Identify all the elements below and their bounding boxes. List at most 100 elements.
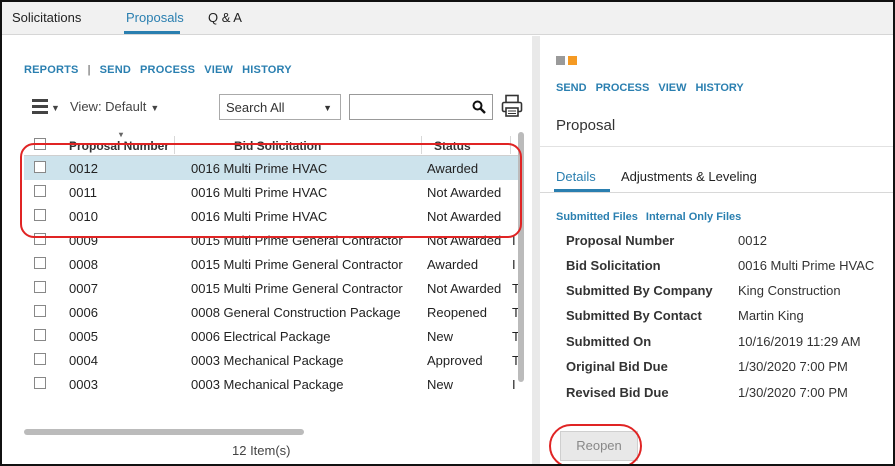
status-cell: Not Awarded — [427, 209, 502, 224]
detail-value: King Construction — [738, 283, 841, 298]
detail-label: Bid Solicitation — [566, 258, 661, 273]
row-checkbox[interactable] — [34, 257, 46, 269]
search-scope-label: Search All — [226, 100, 285, 115]
proposal-number-cell: 0003 — [69, 377, 98, 392]
table-row[interactable]: 0010 0016 Multi Prime HVAC Not Awarded — [24, 204, 518, 228]
row-checkbox[interactable] — [34, 353, 46, 365]
view-action[interactable]: VIEW — [658, 82, 686, 94]
header-bid-solicitation[interactable]: Bid Solicitation — [234, 139, 321, 153]
search-scope-select[interactable]: Search All ▼ — [219, 94, 341, 120]
detail-row: Proposal Number 0012 — [556, 233, 886, 253]
row-checkbox[interactable] — [34, 305, 46, 317]
tab-details[interactable]: Details — [556, 169, 596, 184]
pane-divider[interactable] — [532, 36, 540, 464]
select-all-checkbox[interactable] — [34, 138, 46, 150]
tab-solicitations[interactable]: Solicitations — [12, 10, 81, 25]
view-selector[interactable]: View: Default ▼ — [70, 99, 159, 114]
table-row[interactable]: 0005 0006 Electrical Package New T — [24, 324, 520, 348]
process-action[interactable]: PROCESS — [140, 64, 195, 76]
detail-row: Submitted On 10/16/2019 11:29 AM — [556, 334, 886, 354]
bid-solicitation-cell: 0003 Mechanical Package — [191, 377, 344, 392]
detail-value: 1/30/2020 7:00 PM — [738, 385, 848, 400]
status-cell: Not Awarded — [427, 281, 502, 296]
row-checkbox[interactable] — [34, 209, 46, 221]
detail-value: 0016 Multi Prime HVAC — [738, 258, 875, 273]
table-row[interactable]: 0012 0016 Multi Prime HVAC Awarded — [24, 156, 518, 180]
detail-row: Submitted By Company King Construction — [556, 283, 886, 303]
detail-value: 0012 — [738, 233, 767, 248]
proposal-list-pane: REPORTS | SEND PROCESS VIEW HISTORY ▼ View: D… — [2, 36, 526, 464]
process-action[interactable]: PROCESS — [596, 82, 650, 94]
header-proposal-number[interactable]: Proposal Number — [69, 139, 169, 153]
table-row[interactable]: 0008 0015 Multi Prime General Contractor A… — [24, 252, 518, 276]
detail-label: Original Bid Due — [566, 359, 668, 374]
view-action[interactable]: VIEW — [204, 64, 233, 76]
divider — [540, 192, 893, 193]
row-checkbox[interactable] — [34, 161, 46, 173]
submitted-files-link[interactable]: Submitted Files — [556, 211, 638, 223]
table-row[interactable]: 0006 0008 General Construction Package Reo… — [24, 300, 520, 324]
bid-solicitation-cell: 0016 Multi Prime HVAC — [191, 161, 328, 176]
column-divider[interactable] — [510, 136, 511, 154]
status-cell: Not Awarded — [427, 233, 502, 248]
history-action[interactable]: HISTORY — [242, 64, 292, 76]
horizontal-scrollbar[interactable] — [24, 429, 518, 435]
app-window: Solicitations Proposals Q & A REPORTS | SE… — [0, 0, 895, 466]
table-row[interactable]: 0007 0015 Multi Prime General Contractor N… — [24, 276, 520, 300]
search-icon[interactable] — [472, 100, 486, 114]
column-divider[interactable] — [174, 136, 175, 154]
table-row[interactable]: 0004 0003 Mechanical Package Approved T — [24, 348, 520, 372]
print-icon[interactable] — [501, 94, 523, 118]
orange-square-icon — [568, 56, 577, 65]
row-checkbox[interactable] — [34, 185, 46, 197]
table-row[interactable]: 0011 0016 Multi Prime HVAC Not Awarded — [24, 180, 518, 204]
row-checkbox[interactable] — [34, 329, 46, 341]
proposal-detail-pane: SEND PROCESS VIEW HISTORY Proposal Details … — [540, 36, 893, 464]
send-action[interactable]: SEND — [556, 82, 587, 94]
detail-label: Submitted By Company — [566, 283, 713, 298]
row-checkbox[interactable] — [34, 377, 46, 389]
proposal-number-cell: 0012 — [69, 161, 98, 176]
status-cell: Awarded — [427, 257, 479, 272]
search-input[interactable] — [349, 94, 493, 120]
bid-solicitation-cell: 0015 Multi Prime General Contractor — [191, 233, 403, 248]
row-checkbox[interactable] — [34, 281, 46, 293]
bid-solicitation-cell: 0006 Electrical Package — [191, 329, 331, 344]
gray-square-icon — [556, 56, 565, 65]
internal-files-link[interactable]: Internal Only Files — [646, 211, 741, 223]
detail-value: 1/30/2020 7:00 PM — [738, 359, 848, 374]
status-cell: New — [427, 329, 454, 344]
detail-value: Martin King — [738, 308, 804, 323]
history-action[interactable]: HISTORY — [695, 82, 743, 94]
send-action[interactable]: SEND — [100, 64, 131, 76]
sort-indicator-icon: ▾ — [119, 130, 124, 139]
detail-title: Proposal — [556, 117, 616, 134]
column-menu-icon[interactable]: ▼ — [32, 97, 60, 115]
tab-q-and-a[interactable]: Q & A — [208, 10, 242, 25]
horizontal-scroll-thumb[interactable] — [24, 429, 304, 435]
action-separator: | — [87, 64, 91, 76]
top-tab-bar: Solicitations Proposals Q & A — [2, 2, 893, 35]
header-status[interactable]: Status — [434, 139, 471, 153]
row-checkbox[interactable] — [34, 233, 46, 245]
reports-action[interactable]: REPORTS — [24, 64, 79, 76]
table-row[interactable]: 0009 0015 Multi Prime General Contractor N… — [24, 228, 518, 252]
detail-row: Submitted By Contact Martin King — [556, 308, 886, 328]
column-divider[interactable] — [421, 136, 422, 154]
tab-adjustments-leveling[interactable]: Adjustments & Leveling — [621, 169, 757, 184]
file-links: Submitted Files Internal Only Files — [556, 211, 749, 223]
table-row[interactable]: 0003 0003 Mechanical Package New I — [24, 372, 518, 396]
chevron-down-icon: ▼ — [150, 103, 160, 113]
bid-solicitation-cell: 0003 Mechanical Package — [191, 353, 344, 368]
reopen-button[interactable]: Reopen — [560, 431, 638, 461]
status-cell: Awarded — [427, 161, 479, 176]
vertical-scrollbar[interactable] — [518, 132, 524, 382]
proposal-number-cell: 0010 — [69, 209, 98, 224]
detail-label: Submitted By Contact — [566, 308, 702, 323]
list-action-bar: REPORTS | SEND PROCESS VIEW HISTORY — [24, 64, 301, 76]
overflow-cell: I — [512, 377, 516, 392]
list-toolbar: ▼ View: Default ▼ Search All ▼ — [24, 94, 524, 120]
status-cell: Reopened — [427, 305, 487, 320]
tab-proposals[interactable]: Proposals — [126, 10, 184, 25]
divider — [540, 146, 893, 147]
